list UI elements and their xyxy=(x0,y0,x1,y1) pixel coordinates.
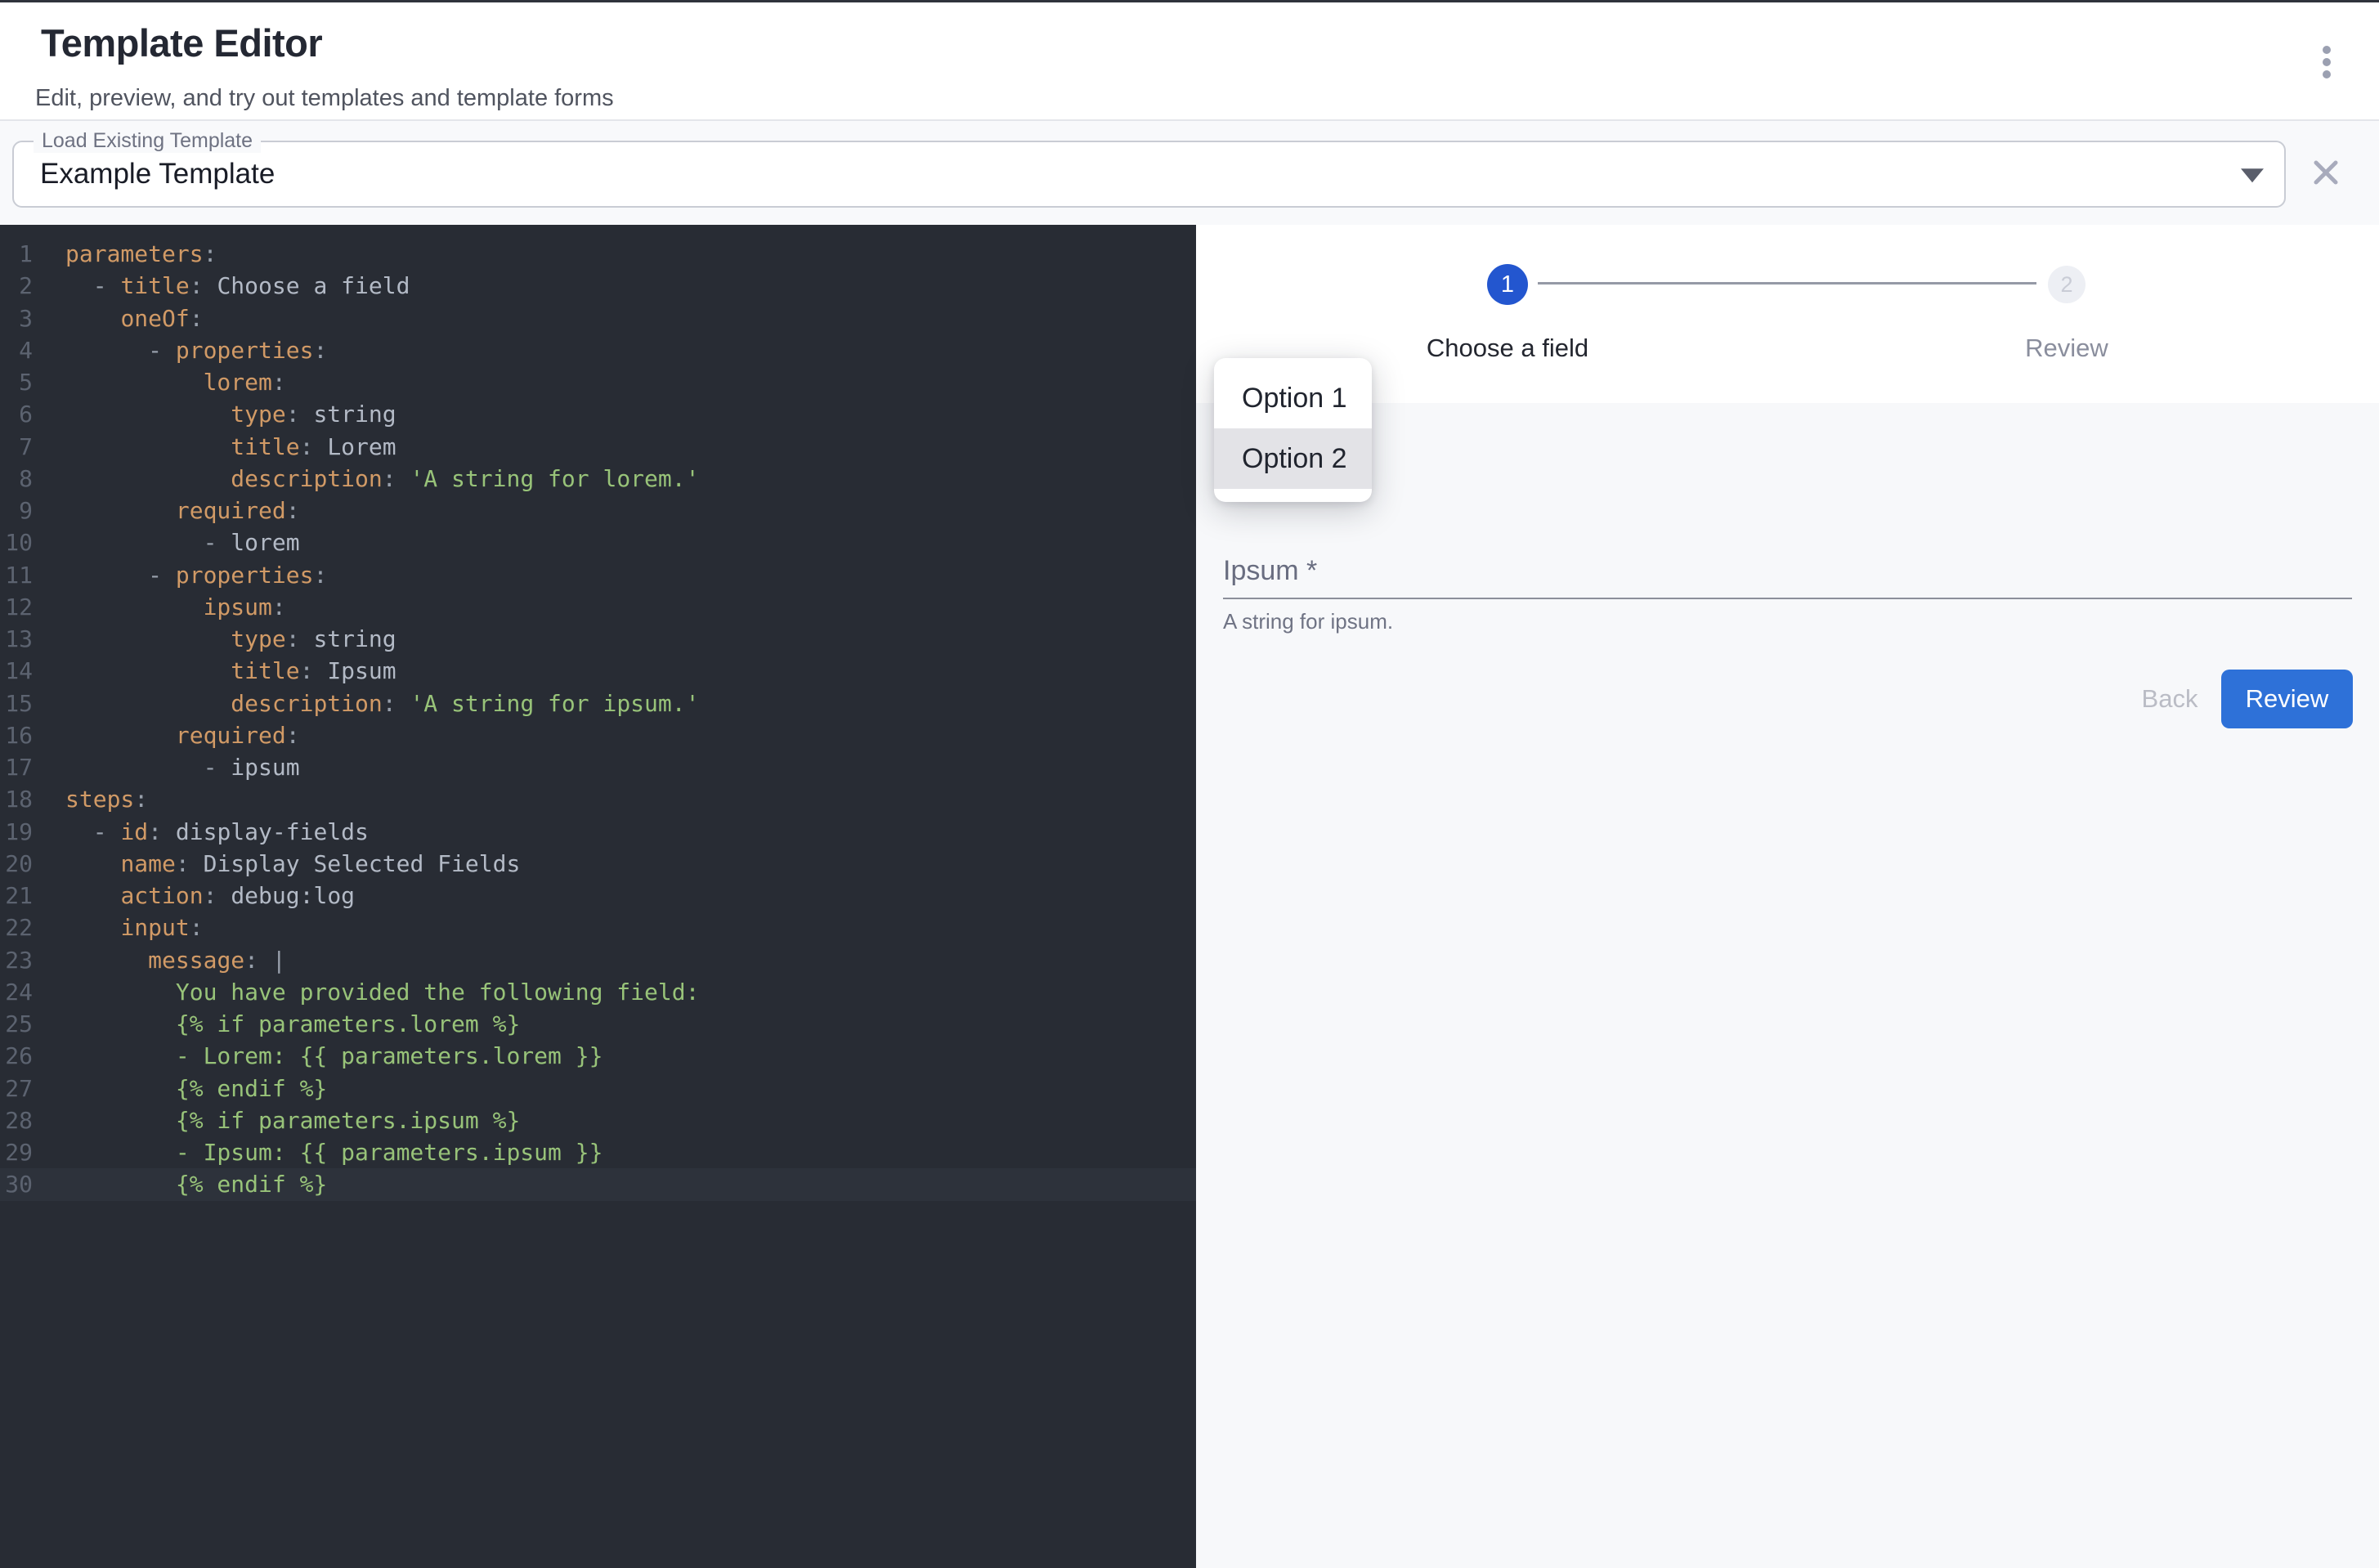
code-line: 22 input: xyxy=(0,912,1196,943)
code-line: 13 type: string xyxy=(0,623,1196,655)
code-line: 8 description: 'A string for lorem.' xyxy=(0,463,1196,495)
line-number: 14 xyxy=(0,655,33,687)
line-number: 11 xyxy=(0,559,33,591)
line-number: 12 xyxy=(0,591,33,623)
line-number: 18 xyxy=(0,783,33,815)
code-line: 26 - Lorem: {{ parameters.lorem }} xyxy=(0,1040,1196,1072)
line-number: 10 xyxy=(0,526,33,558)
code-line: 23 message: | xyxy=(0,944,1196,976)
code-line: 6 type: string xyxy=(0,398,1196,430)
code-line: 28 {% if parameters.ipsum %} xyxy=(0,1104,1196,1136)
line-number: 22 xyxy=(0,912,33,943)
template-select-value: Example Template xyxy=(40,158,275,190)
code-line: 7 title: Lorem xyxy=(0,431,1196,463)
line-number: 2 xyxy=(0,270,33,302)
close-icon[interactable] xyxy=(2313,159,2339,186)
code-line: 1parameters: xyxy=(0,238,1196,270)
line-number: 29 xyxy=(0,1136,33,1168)
code-line: 20 name: Display Selected Fields xyxy=(0,848,1196,880)
line-number: 5 xyxy=(0,366,33,398)
code-line: 4 - properties: xyxy=(0,334,1196,366)
code-line: 11 - properties: xyxy=(0,559,1196,591)
template-form-panel: 1 2 Choose a field Review Ipsum * A stri… xyxy=(1196,225,2379,1568)
kebab-vertical-menu-icon[interactable] xyxy=(2304,35,2350,89)
line-number: 6 xyxy=(0,398,33,430)
code-line: 3 oneOf: xyxy=(0,302,1196,334)
code-line: 21 action: debug:log xyxy=(0,880,1196,912)
stepper-step-1-circle: 1 xyxy=(1487,264,1528,305)
ipsum-field-helper: A string for ipsum. xyxy=(1223,609,1393,634)
line-number: 7 xyxy=(0,431,33,463)
line-number: 30 xyxy=(0,1168,33,1200)
line-number: 4 xyxy=(0,334,33,366)
stepper-step-1-label: Choose a field xyxy=(1344,334,1671,363)
menu-option-2[interactable]: Option 2 xyxy=(1214,428,1372,489)
field-option-menu: Option 1 Option 2 xyxy=(1214,358,1372,502)
ipsum-input-underline xyxy=(1223,598,2352,599)
code-line: 5 lorem: xyxy=(0,366,1196,398)
back-button[interactable]: Back xyxy=(2121,674,2219,724)
line-number: 8 xyxy=(0,463,33,495)
code-line: 12 ipsum: xyxy=(0,591,1196,623)
stepper-connector xyxy=(1538,282,2036,284)
line-number: 1 xyxy=(0,238,33,270)
code-line: 17 - ipsum xyxy=(0,751,1196,783)
header: Template Editor Edit, preview, and try o… xyxy=(0,2,2379,119)
line-number: 25 xyxy=(0,1008,33,1040)
code-line: 18steps: xyxy=(0,783,1196,815)
line-number: 26 xyxy=(0,1040,33,1072)
review-button[interactable]: Review xyxy=(2221,670,2353,728)
code-line: 9 required: xyxy=(0,495,1196,526)
line-number: 21 xyxy=(0,880,33,912)
code-line: 24 You have provided the following field… xyxy=(0,976,1196,1008)
line-number: 27 xyxy=(0,1073,33,1104)
code-line: 25 {% if parameters.lorem %} xyxy=(0,1008,1196,1040)
page-subtitle: Edit, preview, and try out templates and… xyxy=(35,85,614,112)
line-number: 13 xyxy=(0,623,33,655)
template-select-label: Load Existing Template xyxy=(34,129,261,153)
line-number: 28 xyxy=(0,1104,33,1136)
code-line: 15 description: 'A string for ipsum.' xyxy=(0,688,1196,719)
caret-down-icon xyxy=(2241,168,2264,182)
code-line: 14 title: Ipsum xyxy=(0,655,1196,687)
template-select[interactable]: Load Existing Template Example Template xyxy=(12,141,2286,208)
line-number: 23 xyxy=(0,944,33,976)
line-number: 16 xyxy=(0,719,33,751)
load-template-bar: Load Existing Template Example Template xyxy=(0,121,2379,225)
code-line: 2 - title: Choose a field xyxy=(0,270,1196,302)
line-number: 19 xyxy=(0,816,33,848)
page-title: Template Editor xyxy=(41,20,322,65)
code-lines: 1parameters:2 - title: Choose a field3 o… xyxy=(0,238,1196,1201)
line-number: 20 xyxy=(0,848,33,880)
code-line: 10 - lorem xyxy=(0,526,1196,558)
code-line: 29 - Ipsum: {{ parameters.ipsum }} xyxy=(0,1136,1196,1168)
line-number: 17 xyxy=(0,751,33,783)
code-line: 16 required: xyxy=(0,719,1196,751)
ipsum-input[interactable] xyxy=(1223,563,2352,599)
stepper-step-2-label: Review xyxy=(1903,334,2230,363)
code-line: 27 {% endif %} xyxy=(0,1073,1196,1104)
code-line: 30 {% endif %} xyxy=(0,1168,1196,1200)
line-number: 3 xyxy=(0,302,33,334)
yaml-code-editor[interactable]: 1parameters:2 - title: Choose a field3 o… xyxy=(0,225,1196,1568)
stepper-step-2-circle: 2 xyxy=(2048,266,2086,303)
line-number: 15 xyxy=(0,688,33,719)
menu-option-1[interactable]: Option 1 xyxy=(1214,368,1372,428)
code-line: 19 - id: display-fields xyxy=(0,816,1196,848)
line-number: 24 xyxy=(0,976,33,1008)
line-number: 9 xyxy=(0,495,33,526)
